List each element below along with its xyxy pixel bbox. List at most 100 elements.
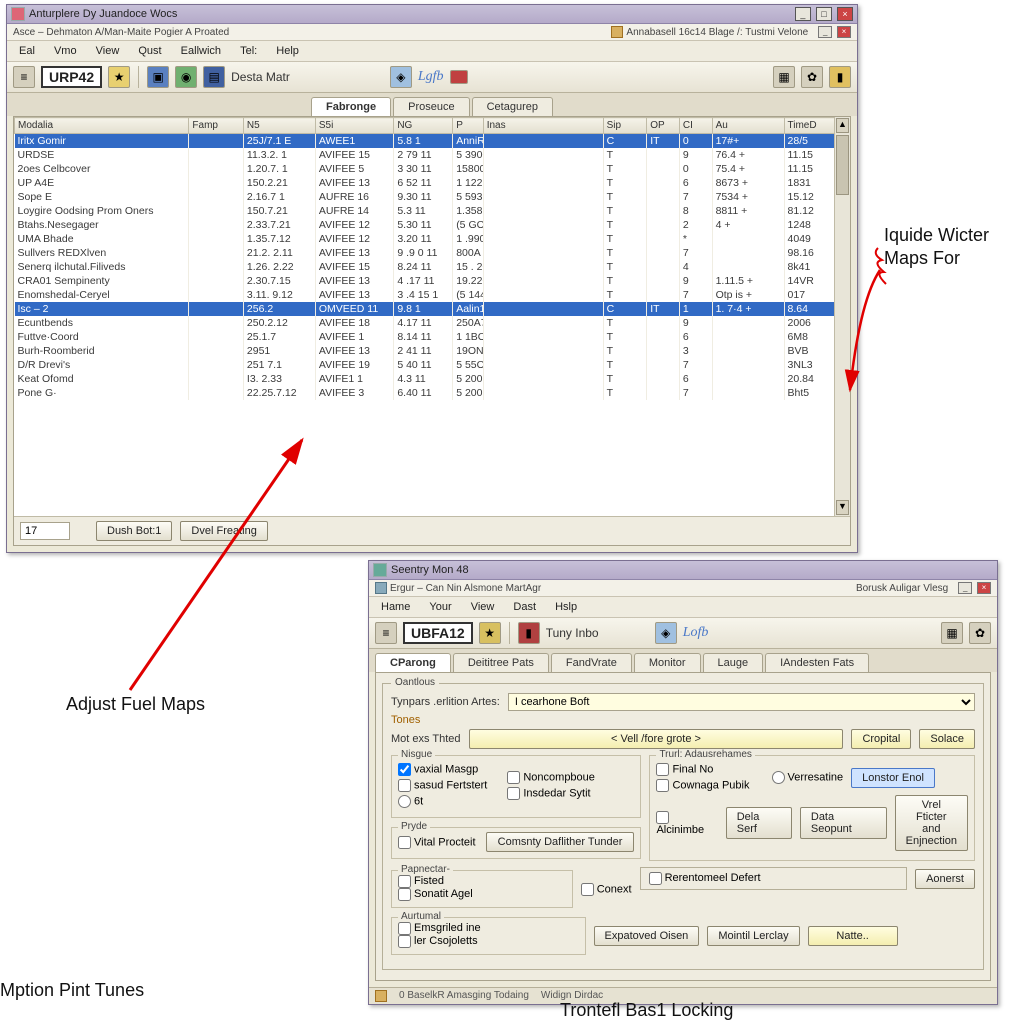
col-header[interactable]: Au [712,118,784,134]
table-row[interactable]: Pone G·22.25.7.12AVIFEE 36.40 115 200HC … [15,386,850,400]
chk-fisted[interactable]: Fisted [398,875,444,887]
col-header[interactable]: Modalia [15,118,189,134]
toolbar-icon-4[interactable]: ▤ [203,66,225,88]
close-button[interactable]: × [837,7,853,21]
col-header[interactable]: CI [679,118,712,134]
chk-finalno[interactable]: Final No [656,763,749,776]
chk-alcinimbe[interactable]: Alcinimbe [656,811,717,836]
menu-view[interactable]: View [88,43,128,59]
menu-qust[interactable]: Qust [130,43,169,59]
table-row[interactable]: D/R Drevi's251 7.1AVIFEE 195 40 115 55ON… [15,358,850,372]
vrel-fticter-button[interactable]: Vrel Fticter and Enjnection [895,795,968,851]
comsnty-button[interactable]: Comsnty Daflither Tunder [486,832,635,852]
tab2-cparong[interactable]: CParong [375,653,451,672]
chk-sasud[interactable]: sasud Fertstert [398,779,487,792]
sub-close-2[interactable]: × [977,582,991,594]
title-bar[interactable]: Anturplere Dy Juandoce Wocs _ □ × [7,5,857,24]
flag-icon[interactable] [450,70,468,84]
mointil-button[interactable]: Mointil Lerclay [707,926,799,946]
tab2-fandvrate[interactable]: FandVrate [551,653,632,672]
tab-fabronge[interactable]: Fabronge [311,97,391,116]
chk-sonatit[interactable]: Sonatit Agel [398,888,473,900]
table-row[interactable]: UP A4E150.2.21AVIFEE 136 52 111 122.381.… [15,176,850,190]
table-row[interactable]: CRA01 Sempinenty2.30.7.15AVIFEE 134 .17 … [15,274,850,288]
toolbar-icon-3[interactable]: ◉ [175,66,197,88]
chk-rerentomeel[interactable]: Rerentomeel Defert [649,872,761,884]
natte-button[interactable]: Natte.. [808,926,898,946]
menu2-your[interactable]: Your [421,599,459,615]
chk-cownaga[interactable]: Cownaga Pubik [656,779,749,792]
vell-fore-button[interactable]: < Vell /fore grote > [469,729,844,749]
tab2-lauge[interactable]: Lauge [703,653,764,672]
table-row[interactable]: Enomshedal-Ceryel3.11. 9.12AVIFEE 133 .4… [15,288,850,302]
tab2-monitor[interactable]: Monitor [634,653,701,672]
table-row[interactable]: Futtve·Coord25.1.7AVIFEE 18.14 111 1BOPT… [15,330,850,344]
col-header[interactable]: P [453,118,484,134]
data-table[interactable]: ModaliaFampN5S5iNGPInasSipOPCIAuTimeD Ir… [14,117,850,400]
folder-icon[interactable]: ▣ [147,66,169,88]
table-row[interactable]: Keat OfomdI3. 2.33AVIFE1 14.3 115 200K2 … [15,372,850,386]
disk-icon[interactable]: ◈ [390,66,412,88]
toolbar-icon-5[interactable]: ▦ [773,66,795,88]
sub-minimize-2[interactable]: _ [958,582,972,594]
col-header[interactable]: Famp [189,118,244,134]
tab-cetagurep[interactable]: Cetagurep [472,97,553,116]
menu2-view[interactable]: View [463,599,503,615]
lonstor-button[interactable]: Lonstor Enol [851,768,935,788]
dush-bot-button[interactable]: Dush Bot:1 [96,521,172,541]
chk-conext[interactable]: Conext [581,883,632,896]
dela-serf-button[interactable]: Dela Serf [726,807,792,839]
table-row[interactable]: URDSE11.3.2. 1AVIFEE 152 79 115 390061 1… [15,148,850,162]
tb2-gear-icon[interactable]: ✿ [969,622,991,644]
expatoved-button[interactable]: Expatoved Oisen [594,926,700,946]
chk-csojoletts[interactable]: ler Csojoletts [398,935,478,947]
tb2-icon-2[interactable]: ★ [479,622,501,644]
table-row[interactable]: Senerq ilchutal.Filiveds1.26. 2.22AVIFEE… [15,260,850,274]
table-row[interactable]: Sullvers REDXlven21.2. 2.11AVIFEE 139 .9… [15,246,850,260]
chk-vaxial[interactable]: vaxial Masgp [398,763,487,776]
table-row[interactable]: Loygire Oodsing Prom Oners150.7.21AUFRE … [15,204,850,218]
table-row[interactable]: Btahs.Nesegager2.33.7.21AVIFEE 125.30 11… [15,218,850,232]
table-row[interactable]: Iritx Gomir25J/7.1 EAWEE15.8 1AnniR2·6 5… [15,134,850,149]
menu-help[interactable]: Help [268,43,307,59]
table-row[interactable]: 2oes Celbcover1.20.7. 1AVIFEE 53 30 1115… [15,162,850,176]
col-header[interactable]: N5 [243,118,315,134]
maximize-button[interactable]: □ [816,7,832,21]
tb2-flag-icon[interactable]: ▮ [518,622,540,644]
radio-verresatine[interactable]: Verresatine [772,771,844,784]
title-bar-2[interactable]: Seentry Mon 48 [369,561,997,580]
toolbar-icon-1[interactable]: ≡ [13,66,35,88]
gear-icon[interactable]: ✿ [801,66,823,88]
toolbar-icon-2[interactable]: ★ [108,66,130,88]
dvel-freating-button[interactable]: Dvel Freating [180,521,267,541]
vertical-scrollbar[interactable]: ▲ ▼ [834,117,850,516]
tynpars-select[interactable]: I cearhone Boft [508,693,975,711]
aonerst-button[interactable]: Aonerst [915,869,975,889]
menu2-help[interactable]: Hslp [547,599,585,615]
menu-eallwich[interactable]: Eallwich [173,43,229,59]
chk-emsgriled[interactable]: Emsgriled ine [398,922,481,934]
chk-insdedar[interactable]: Insdedar Sytit [507,787,595,800]
tb2-icon-3[interactable]: ▦ [941,622,963,644]
tb2-disk-icon[interactable]: ◈ [655,622,677,644]
table-row[interactable]: Burh-Roomberid2951AVIFEE 132 41 1119ONG … [15,344,850,358]
scroll-up-arrow[interactable]: ▲ [836,118,849,133]
row-count-input[interactable] [20,522,70,540]
sub-minimize-button[interactable]: _ [818,26,832,38]
chk-vital-procteit[interactable]: Vital Procteit [398,836,476,849]
menu2-dast[interactable]: Dast [505,599,544,615]
table-row[interactable]: UMA Bhade1.35.7.12AVIFEE 123.20 111 .990… [15,232,850,246]
data-seopunt-button[interactable]: Data Seopunt [800,807,887,839]
menu-tel[interactable]: Tel: [232,43,265,59]
tab2-deititree[interactable]: Deititree Pats [453,653,549,672]
scroll-thumb[interactable] [836,135,849,195]
table-row[interactable]: Isc – 2256.2OMVEED 119.8 1Aalin1.328 5CI… [15,302,850,316]
toolbar-icon-6[interactable]: ▮ [829,66,851,88]
cropital-button[interactable]: Cropital [851,729,911,749]
sub-close-button[interactable]: × [837,26,851,38]
col-header[interactable]: Sip [603,118,647,134]
col-header[interactable]: S5i [315,118,393,134]
minimize-button[interactable]: _ [795,7,811,21]
menu-vmo[interactable]: Vmo [46,43,85,59]
radio-6t[interactable]: 6t [398,795,487,808]
